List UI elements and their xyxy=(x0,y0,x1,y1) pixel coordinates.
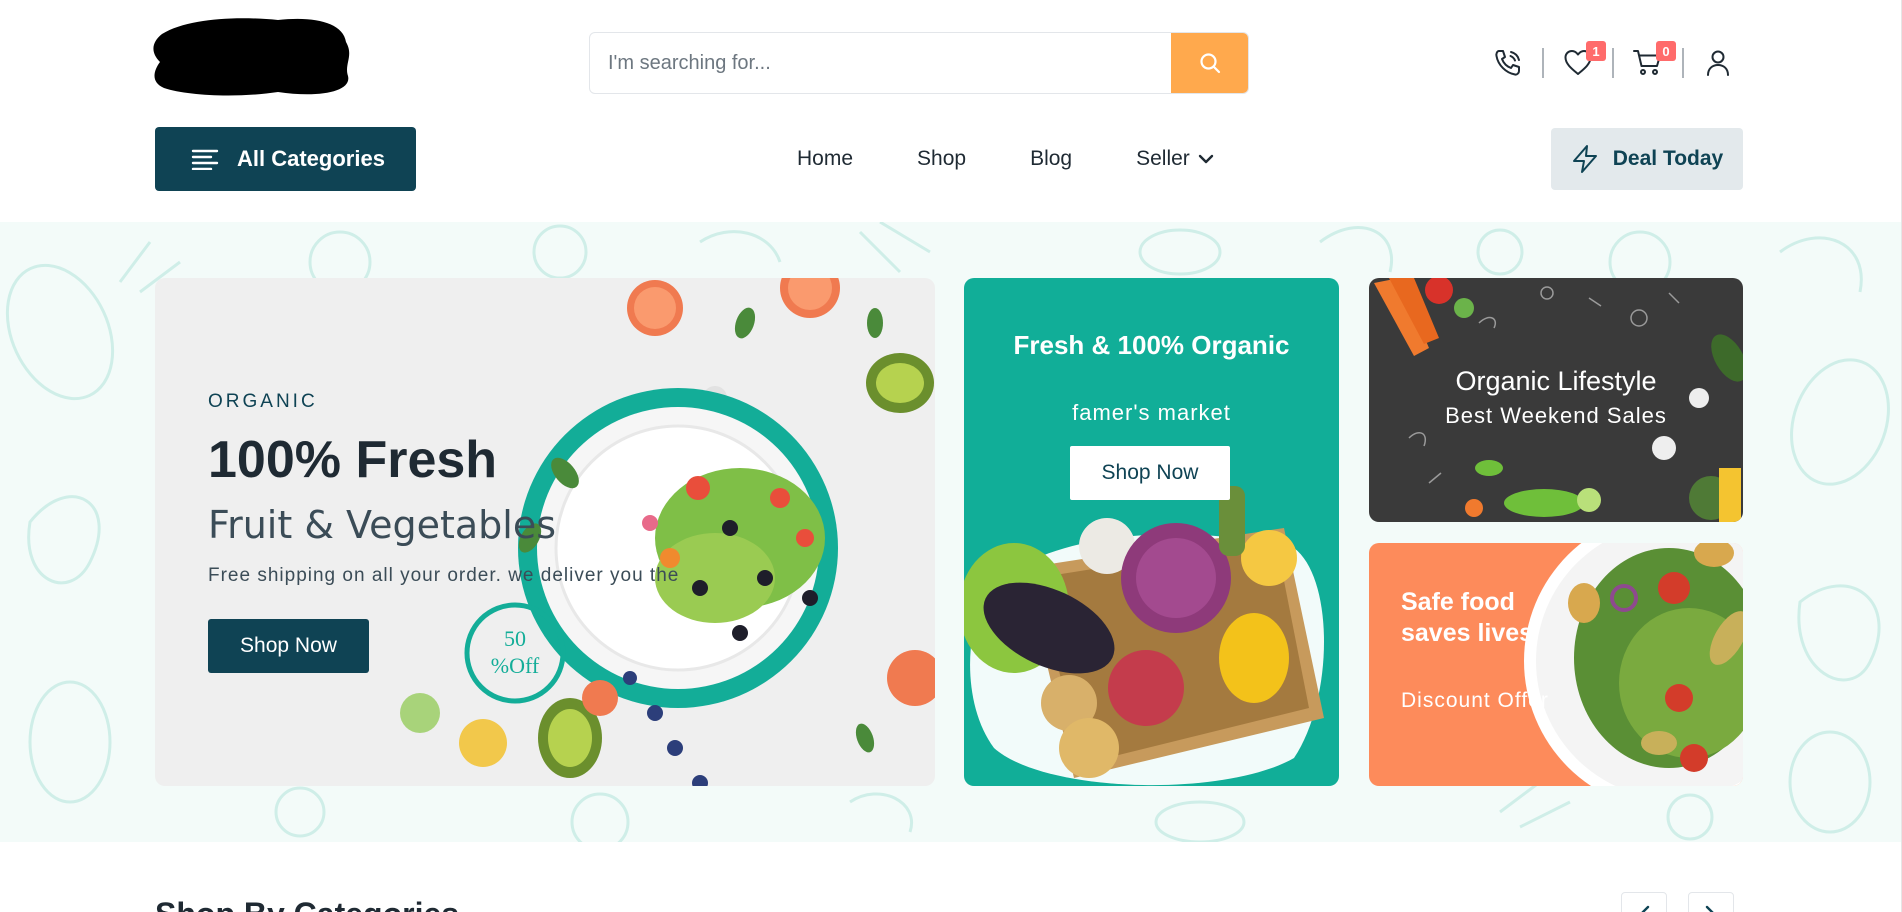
promo-discount-card[interactable]: Safe food saves lives Discount Offer xyxy=(1369,543,1743,786)
promo-organic-subtitle: famer's market xyxy=(1072,400,1231,425)
carousel-next-button[interactable] xyxy=(1688,892,1734,912)
all-categories-button[interactable]: All Categories xyxy=(155,127,416,191)
phone-button[interactable] xyxy=(1488,43,1528,83)
promo-discount-subtitle: Discount Offer xyxy=(1401,689,1549,712)
divider xyxy=(1682,48,1684,78)
hero-kicker: ORGANIC xyxy=(208,391,318,412)
section-title: Shop By Categories xyxy=(155,896,459,912)
svg-text:50: 50 xyxy=(504,626,526,651)
lightning-icon xyxy=(1572,145,1597,173)
deal-today-button[interactable]: Deal Today xyxy=(1551,128,1743,190)
promo-organic-card[interactable]: Fresh & 100% Organic famer's market Shop… xyxy=(964,278,1339,786)
search-button[interactable] xyxy=(1171,33,1248,93)
search-icon xyxy=(1199,53,1220,74)
promo-discount-title: Safe food saves lives xyxy=(1401,588,1534,647)
chevron-left-icon xyxy=(1641,905,1650,912)
all-categories-label: All Categories xyxy=(237,146,385,171)
nav-seller[interactable]: Seller xyxy=(1136,139,1214,179)
logo[interactable] xyxy=(148,12,354,100)
deal-today-label: Deal Today xyxy=(1612,147,1724,170)
promo-organic-shop-now-button[interactable]: Shop Now xyxy=(1070,446,1230,500)
nav-shop[interactable]: Shop xyxy=(917,139,966,179)
promo-weekend-title: Organic Lifestyle xyxy=(1455,366,1657,396)
svg-text:%Off: %Off xyxy=(491,653,540,678)
divider xyxy=(1612,48,1614,78)
search-bar xyxy=(589,32,1249,94)
account-button[interactable] xyxy=(1698,43,1738,83)
hero-description: Free shipping on all your order. we deli… xyxy=(208,565,680,586)
page: 1 0 All Categories Home Shop Blog Seller xyxy=(0,0,1902,912)
promo-weekend-sales-card[interactable]: Organic Lifestyle Best Weekend Sales xyxy=(1369,278,1743,522)
nav-blog[interactable]: Blog xyxy=(1030,139,1072,179)
chalkboard-vegetables-illustration xyxy=(1374,278,1743,522)
divider xyxy=(1542,48,1544,78)
chevron-down-icon xyxy=(1198,154,1214,164)
menu-icon xyxy=(191,149,219,170)
nav-shop-label: Shop xyxy=(917,147,967,170)
promo-organic-title: Fresh & 100% Organic xyxy=(1013,330,1290,360)
header-actions: 1 0 xyxy=(1488,38,1738,88)
nav-home-label: Home xyxy=(797,147,854,170)
hero-subtitle: Fruit & Vegetables xyxy=(208,503,557,547)
cart-count-badge: 0 xyxy=(1656,41,1676,61)
user-icon xyxy=(1707,50,1729,76)
carousel-prev-button[interactable] xyxy=(1621,892,1667,912)
nav-seller-label: Seller xyxy=(1136,147,1190,170)
chevron-right-icon xyxy=(1705,905,1714,912)
cart-button[interactable]: 0 xyxy=(1628,41,1676,83)
search-input[interactable] xyxy=(590,33,1171,93)
hero-main-banner: 50 %Off ORGANIC 100% Fresh Fruit & Veget… xyxy=(155,278,935,786)
main-nav: Home Shop Blog Seller xyxy=(797,139,1214,179)
phone-icon xyxy=(1495,50,1520,76)
wishlist-count-badge: 1 xyxy=(1586,41,1606,61)
hero-title: 100% Fresh xyxy=(208,431,498,489)
wishlist-button[interactable]: 1 xyxy=(1558,41,1606,83)
promo-weekend-subtitle: Best Weekend Sales xyxy=(1445,403,1667,428)
salad-bowl-illustration xyxy=(1524,543,1743,786)
hero-shop-now-button[interactable]: Shop Now xyxy=(208,619,369,673)
nav-blog-label: Blog xyxy=(1030,147,1073,170)
nav-home[interactable]: Home xyxy=(797,139,853,179)
